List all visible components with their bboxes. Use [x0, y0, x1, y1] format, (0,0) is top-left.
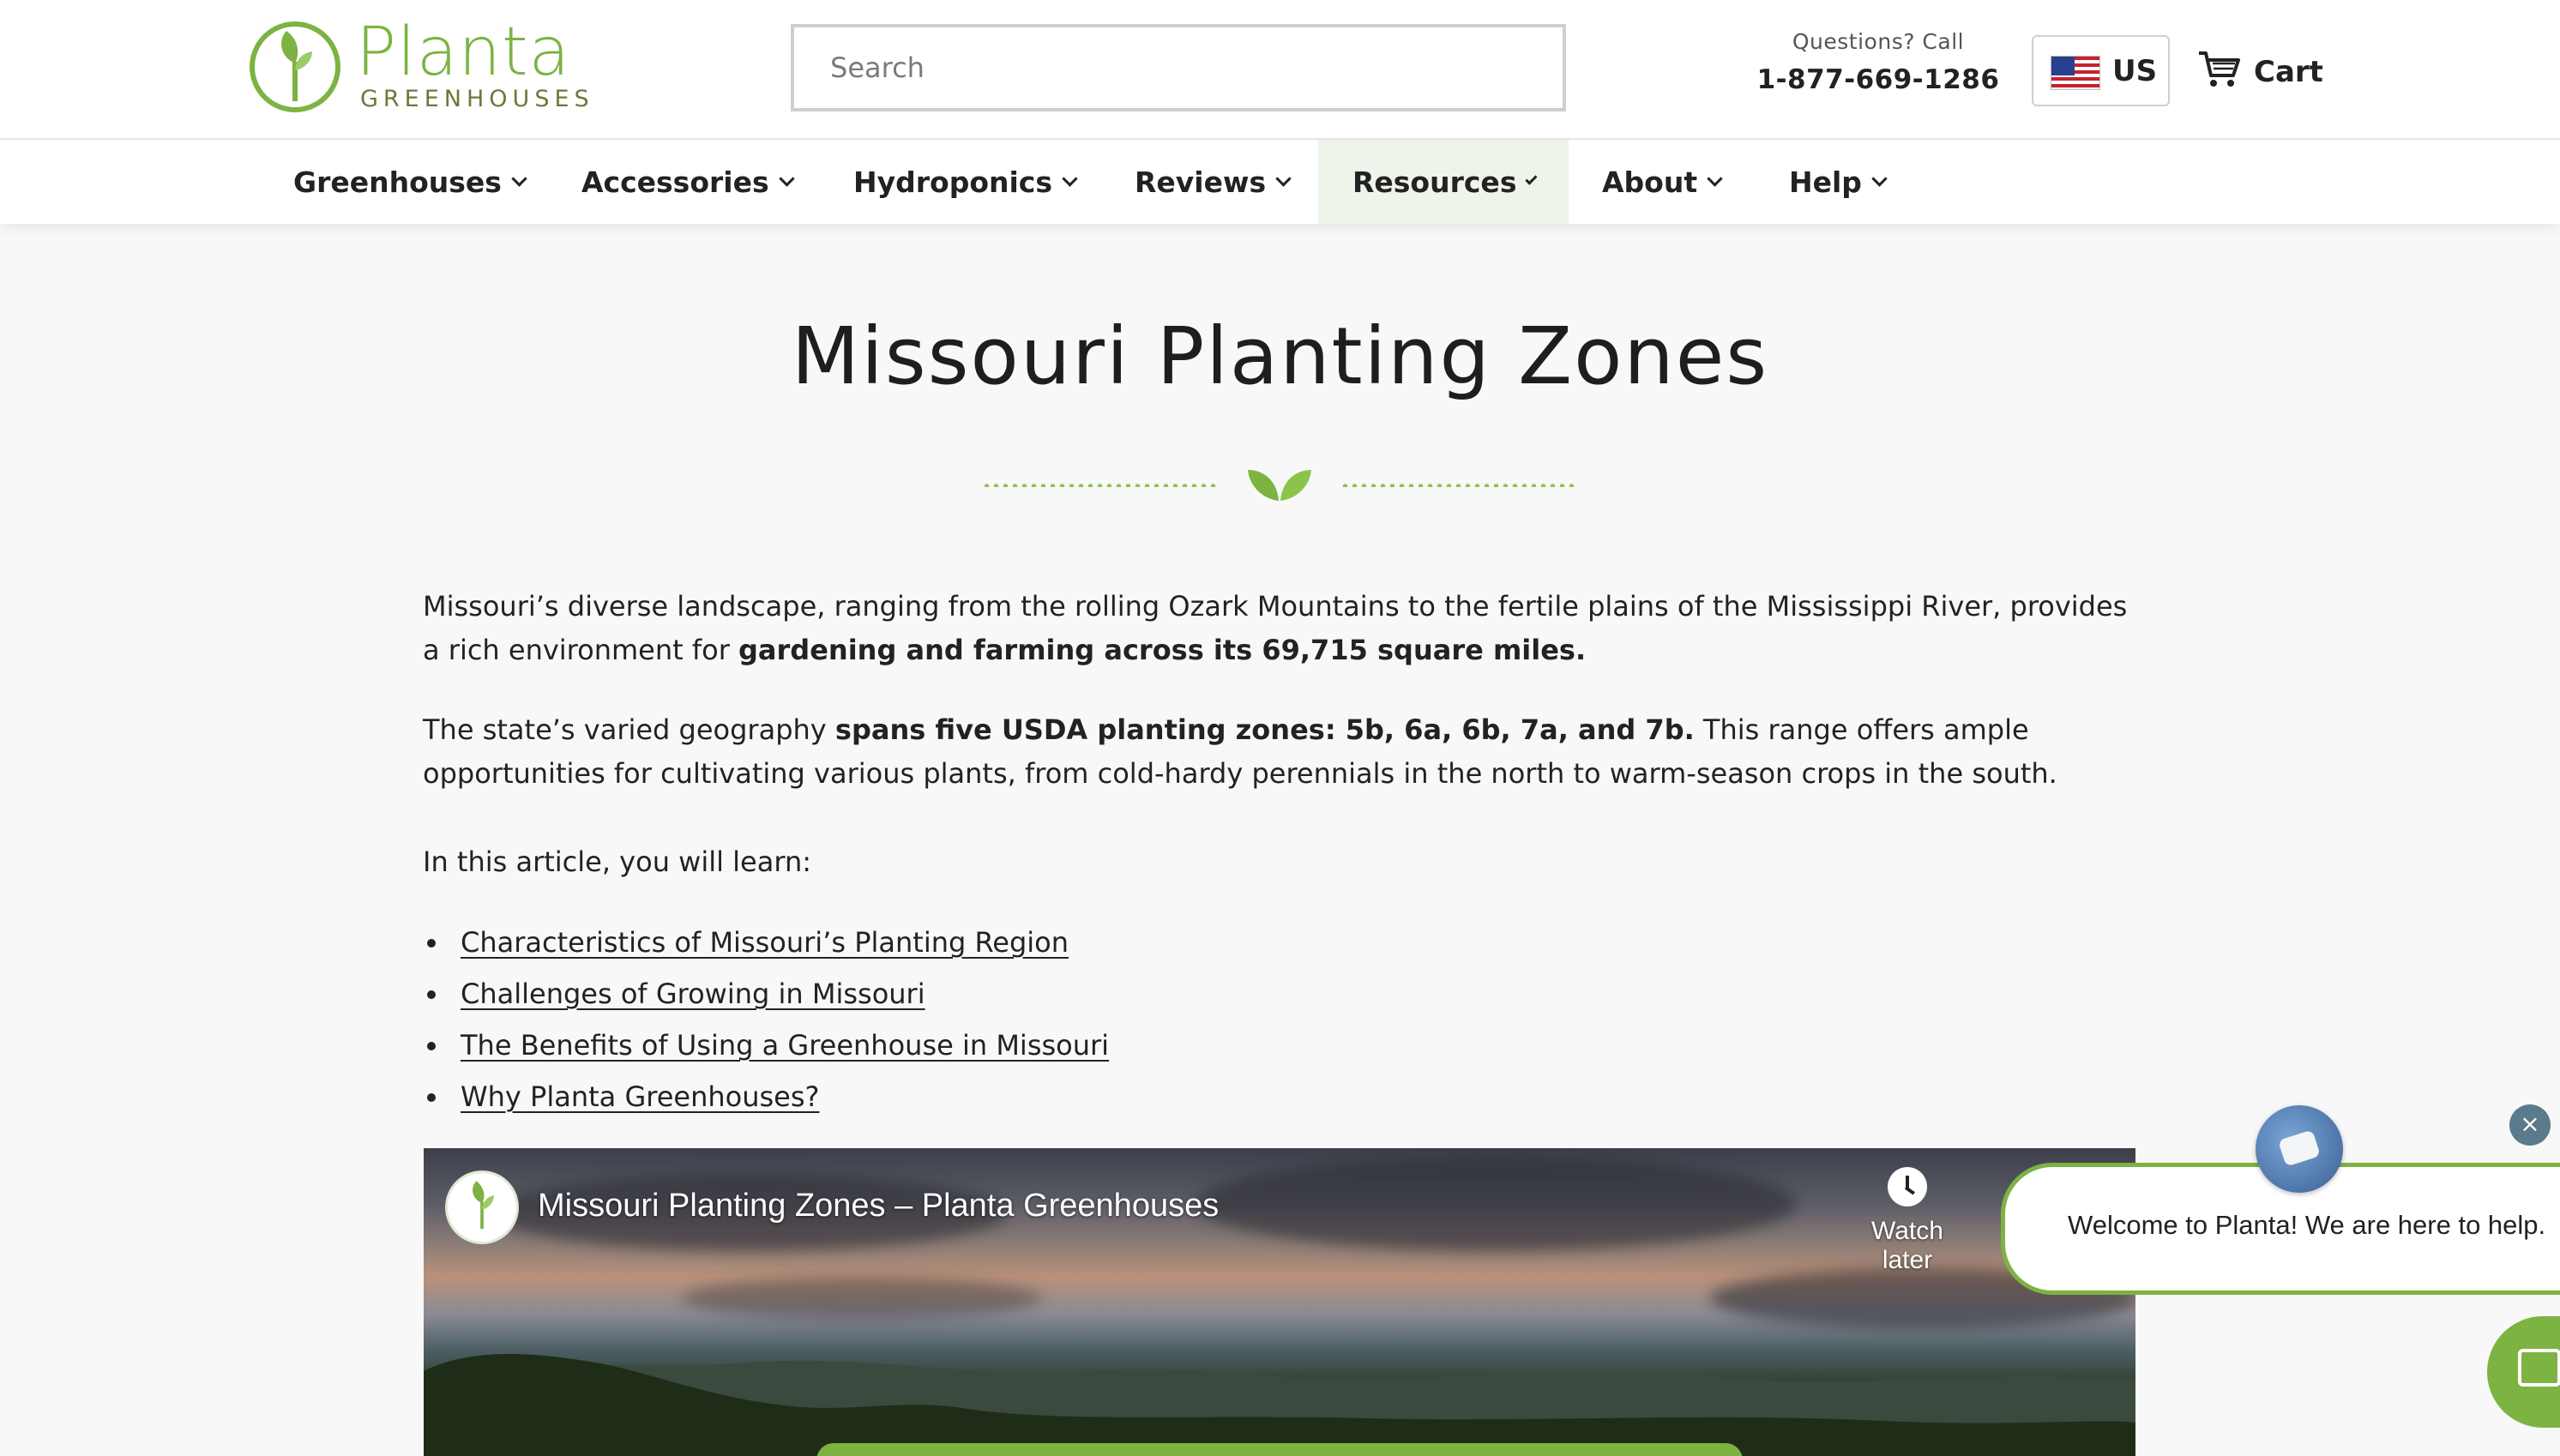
clock-icon — [1888, 1167, 1927, 1206]
site-header: Planta GREENHOUSES Questions? Call 1-877… — [0, 0, 2560, 140]
nav-about[interactable]: About — [1602, 140, 1723, 224]
intro-highlight: gardening and farming across its 69,715 … — [738, 634, 1587, 666]
list-item: The Benefits of Using a Greenhouse in Mi… — [423, 1023, 1709, 1074]
table-of-contents: Characteristics of Missouri’s Planting R… — [423, 920, 1709, 1126]
chevron-down-icon — [511, 170, 527, 187]
contact-block: Questions? Call 1-877-669-1286 — [1750, 29, 2007, 95]
list-item: Challenges of Growing in Missouri — [423, 972, 1709, 1023]
toc-link[interactable]: The Benefits of Using a Greenhouse in Mi… — [461, 1029, 1109, 1062]
toc-link[interactable]: Why Planta Greenhouses? — [461, 1080, 820, 1113]
cart-icon — [2199, 51, 2240, 87]
toc-link[interactable]: Challenges of Growing in Missouri — [461, 978, 925, 1010]
nav-resources[interactable]: Resources — [1318, 140, 1569, 224]
dotted-line — [982, 484, 1220, 487]
chevron-down-icon — [1525, 172, 1538, 184]
leaf-icon — [1248, 470, 1311, 501]
nav-label: Help — [1789, 165, 1862, 199]
contact-label: Questions? Call — [1792, 29, 1965, 54]
chevron-down-icon — [1871, 170, 1888, 187]
nav-label: Reviews — [1135, 165, 1267, 199]
zones-highlight: spans five USDA planting zones: 5b, 6a, … — [834, 713, 1695, 746]
chevron-down-icon — [778, 170, 795, 187]
search-box — [791, 24, 1566, 111]
chevron-down-icon — [1707, 170, 1723, 187]
zones-paragraph: The state’s varied geography spans five … — [423, 708, 2129, 796]
planta-logo-icon — [250, 21, 340, 112]
nav-label: Hydroponics — [853, 165, 1052, 199]
main-nav: Greenhouses Accessories Hydroponics Revi… — [0, 140, 2560, 224]
nav-accessories[interactable]: Accessories — [581, 140, 795, 224]
channel-logo[interactable] — [445, 1170, 519, 1244]
list-item: Characteristics of Missouri’s Planting R… — [423, 920, 1709, 972]
list-item: Why Planta Greenhouses? — [423, 1074, 1709, 1126]
toc-link[interactable]: Characteristics of Missouri’s Planting R… — [461, 926, 1069, 959]
nav-label: Resources — [1352, 165, 1517, 199]
nav-label: About — [1602, 165, 1698, 199]
nav-greenhouses[interactable]: Greenhouses — [293, 140, 527, 224]
zones-text: The state’s varied geography — [423, 713, 835, 746]
planta-logo-icon — [473, 1181, 494, 1230]
watch-later-label: Watch later — [1871, 1217, 1943, 1274]
chat-bot-avatar — [2256, 1105, 2343, 1193]
chat-launcher-button[interactable] — [2487, 1316, 2560, 1428]
dotted-line — [1340, 484, 1578, 487]
chevron-down-icon — [1275, 170, 1292, 187]
nav-hydroponics[interactable]: Hydroponics — [853, 140, 1078, 224]
learn-intro: In this article, you will learn: — [423, 845, 811, 878]
logo-wordmark: Planta — [356, 14, 571, 91]
video-player[interactable]: Missouri Planting Zones – Planta Greenho… — [424, 1148, 2135, 1456]
cart-button[interactable]: Cart — [2196, 45, 2324, 96]
planta-logo[interactable]: Planta GREENHOUSES — [249, 14, 589, 117]
video-action-bar[interactable] — [816, 1443, 1743, 1456]
nav-help[interactable]: Help — [1789, 140, 1888, 224]
search-input[interactable] — [794, 27, 1563, 108]
chat-icon — [2518, 1349, 2560, 1387]
video-thumbnail-hills — [424, 1354, 2135, 1456]
title-divider — [982, 463, 1582, 506]
logo-subtitle: GREENHOUSES — [360, 86, 594, 112]
video-title[interactable]: Missouri Planting Zones – Planta Greenho… — [538, 1188, 1219, 1224]
watch-later-button[interactable]: Watch later — [1843, 1167, 1972, 1275]
nav-label: Greenhouses — [293, 165, 502, 199]
chevron-down-icon — [1062, 170, 1078, 187]
nav-label: Accessories — [581, 165, 769, 199]
chat-message: Welcome to Planta! We are here to help. — [2068, 1210, 2546, 1240]
close-icon[interactable]: × — [2509, 1104, 2551, 1146]
region-selector[interactable]: US — [2032, 35, 2170, 106]
intro-paragraph: Missouri’s diverse landscape, ranging fr… — [423, 585, 2129, 672]
page-title: Missouri Planting Zones — [791, 310, 1769, 402]
us-flag-icon — [2051, 56, 2100, 90]
cart-label: Cart — [2254, 55, 2323, 89]
phone-link[interactable]: 1-877-669-1286 — [1750, 64, 2007, 95]
nav-reviews[interactable]: Reviews — [1135, 140, 1292, 224]
region-label: US — [2112, 54, 2158, 88]
